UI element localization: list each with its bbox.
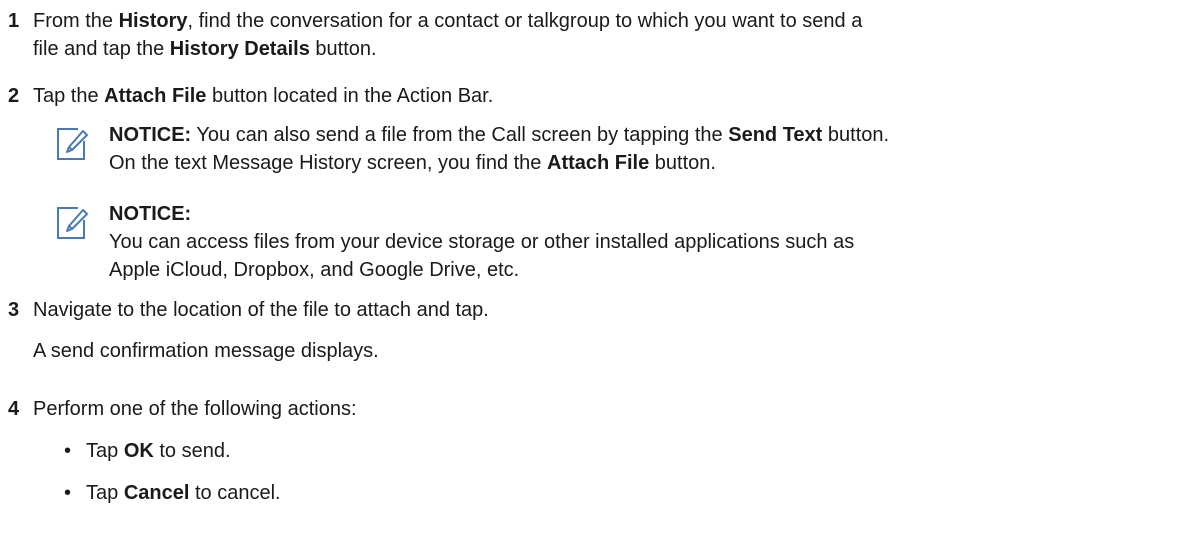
step-result: A send confirmation message displays. — [33, 340, 379, 362]
notice-text-line: On the text Message History screen, you … — [109, 152, 716, 174]
notice-text-line: NOTICE: You can also send a file from th… — [109, 124, 890, 146]
step-text-line: Navigate to the location of the file to … — [33, 299, 489, 321]
step-text-line: Tap the Attach File button located in th… — [33, 85, 494, 107]
notice-text-line: You can access files from your device st… — [109, 231, 855, 253]
note-pencil-icon — [57, 128, 88, 160]
step-number: 4 — [8, 398, 20, 420]
notice-text-line: Apple iCloud, Dropbox, and Google Drive,… — [109, 259, 520, 281]
notice-heading: NOTICE: — [109, 203, 192, 225]
list-item-text: Tap Cancel to cancel. — [86, 482, 281, 504]
step-text-line: file and tap the History Details button. — [33, 38, 377, 60]
step-number: 2 — [8, 85, 20, 107]
step-text-line: Perform one of the following actions: — [33, 398, 357, 420]
step-text-line: From the History, find the conversation … — [33, 10, 863, 32]
bullet-icon: • — [64, 440, 72, 462]
step-number: 3 — [8, 299, 20, 321]
step-number: 1 — [8, 10, 20, 32]
bullet-icon: • — [64, 482, 72, 504]
list-item-text: Tap OK to send. — [86, 440, 231, 462]
note-pencil-icon — [57, 207, 88, 239]
